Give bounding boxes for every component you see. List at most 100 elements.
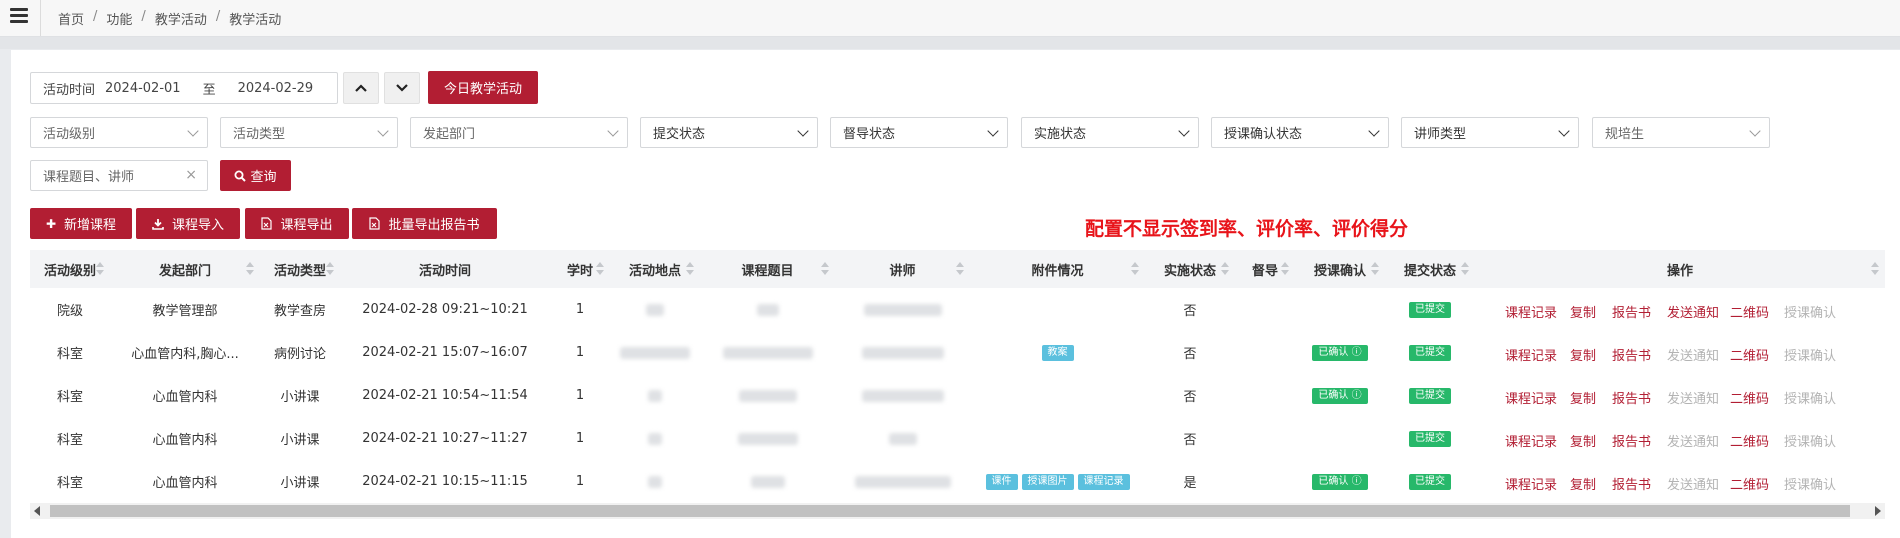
report-link[interactable]: 报告书 (1612, 474, 1651, 493)
breadcrumb-teaching[interactable]: 教学活动 (155, 9, 207, 28)
sort-icon[interactable] (1871, 262, 1879, 276)
qrcode-link[interactable]: 二维码 (1730, 388, 1769, 407)
attachment-tag[interactable]: 授课图片 (1021, 473, 1074, 490)
header-lecturer[interactable]: 讲师 (835, 250, 970, 288)
cell-activity-time: 2024-02-28 09:21~10:21 (362, 302, 528, 317)
activity-level-select[interactable]: 活动级别 (30, 117, 208, 148)
sort-icon[interactable] (596, 262, 604, 276)
expand-filters-button[interactable] (343, 72, 379, 104)
attachment-tag[interactable]: 课件 (985, 473, 1018, 490)
header-course-title[interactable]: 课程题目 (700, 250, 835, 288)
lecturer-type-select[interactable]: 讲师类型 (1401, 117, 1579, 148)
horizontal-scrollbar[interactable] (30, 503, 1885, 519)
lecture-confirm-status-select[interactable]: 授课确认状态 (1211, 117, 1389, 148)
sort-icon[interactable] (686, 262, 694, 276)
course-record-link[interactable]: 课程记录 (1505, 345, 1557, 364)
today-activities-button[interactable]: 今日教学活动 (428, 71, 538, 104)
sort-icon[interactable] (96, 262, 104, 276)
header-activity-type[interactable]: 活动类型 (260, 250, 340, 288)
clear-icon[interactable]: × (185, 167, 197, 183)
course-record-link[interactable]: 课程记录 (1505, 302, 1557, 321)
cell-lecturer-redacted (835, 288, 970, 331)
submit-status-select[interactable]: 提交状态 (640, 117, 818, 148)
hamburger-menu-icon[interactable] (10, 8, 28, 23)
header-location[interactable]: 活动地点 (610, 250, 700, 288)
date-range-picker[interactable]: 活动时间 2024-02-01 至 2024-02-29 (30, 72, 338, 104)
collapse-filters-button[interactable] (384, 72, 420, 104)
copy-link[interactable]: 复制 (1570, 302, 1596, 321)
breadcrumb-home[interactable]: 首页 (58, 9, 84, 28)
lecture-confirm-link[interactable]: 授课确认 (1784, 302, 1836, 321)
add-course-button[interactable]: ✚ 新增课程 (30, 208, 132, 239)
activity-type-select[interactable]: 活动类型 (220, 117, 398, 148)
lecture-confirm-link[interactable]: 授课确认 (1784, 388, 1836, 407)
lecture-confirm-link[interactable]: 授课确认 (1784, 474, 1836, 493)
header-supervision[interactable]: 督导 (1235, 250, 1295, 288)
header-department[interactable]: 发起部门 (110, 250, 260, 288)
sort-icon[interactable] (326, 262, 334, 276)
sort-icon[interactable] (1461, 262, 1469, 276)
attachment-tag[interactable]: 教案 (1041, 344, 1074, 361)
cell-lecture-confirm (1295, 288, 1385, 331)
copy-link[interactable]: 复制 (1570, 431, 1596, 450)
header-attachments[interactable]: 附件情况 (970, 250, 1145, 288)
cell-supervision (1235, 374, 1295, 417)
sort-icon[interactable] (1371, 262, 1379, 276)
course-record-link[interactable]: 课程记录 (1505, 474, 1557, 493)
qrcode-link[interactable]: 二维码 (1730, 431, 1769, 450)
send-notice-link[interactable]: 发送通知 (1667, 388, 1719, 407)
header-label: 活动级别 (43, 263, 96, 279)
cell-course-title-redacted (700, 331, 835, 374)
send-notice-link[interactable]: 发送通知 (1667, 345, 1719, 364)
qrcode-link[interactable]: 二维码 (1730, 474, 1769, 493)
header-submit-status[interactable]: 提交状态 (1385, 250, 1475, 288)
batch-export-report-button[interactable]: 批量导出报告书 (352, 208, 497, 239)
sort-icon[interactable] (1221, 262, 1229, 276)
department-select[interactable]: 发起部门 (410, 117, 628, 148)
course-record-link[interactable]: 课程记录 (1505, 388, 1557, 407)
header-activity-level[interactable]: 活动级别 (30, 250, 110, 288)
sort-icon[interactable] (821, 262, 829, 276)
header-lecture-confirm[interactable]: 授课确认 (1295, 250, 1385, 288)
send-notice-link[interactable]: 发送通知 (1667, 474, 1719, 493)
attachment-tag[interactable]: 课程记录 (1077, 473, 1130, 490)
sort-icon[interactable] (1281, 262, 1289, 276)
report-link[interactable]: 报告书 (1612, 302, 1651, 321)
sort-icon[interactable] (956, 262, 964, 276)
date-from-value[interactable]: 2024-02-01 (105, 81, 181, 96)
search-button[interactable]: 查询 (220, 160, 291, 191)
lecture-confirm-link[interactable]: 授课确认 (1784, 345, 1836, 364)
report-link[interactable]: 报告书 (1612, 431, 1651, 450)
supervision-status-select[interactable]: 督导状态 (830, 117, 1008, 148)
implementation-status-select[interactable]: 实施状态 (1021, 117, 1199, 148)
header-hours[interactable]: 学时 (550, 250, 610, 288)
scroll-right-arrow-icon[interactable] (1875, 506, 1881, 516)
copy-link[interactable]: 复制 (1570, 345, 1596, 364)
qrcode-link[interactable]: 二维码 (1730, 302, 1769, 321)
report-link[interactable]: 报告书 (1612, 388, 1651, 407)
scrollbar-thumb[interactable] (50, 505, 1850, 517)
header-implementation[interactable]: 实施状态 (1145, 250, 1235, 288)
copy-link[interactable]: 复制 (1570, 474, 1596, 493)
keyword-input[interactable]: 课程题目、讲师 × (30, 160, 208, 191)
course-record-link[interactable]: 课程记录 (1505, 431, 1557, 450)
submitted-badge: 已提交 (1409, 344, 1451, 361)
cell-submit-status: 已提交 (1385, 331, 1475, 374)
cell-location-redacted (610, 460, 700, 503)
send-notice-link[interactable]: 发送通知 (1667, 302, 1719, 321)
trainee-select[interactable]: 规培生 (1592, 117, 1770, 148)
date-to-value[interactable]: 2024-02-29 (238, 81, 314, 96)
lecture-confirm-link[interactable]: 授课确认 (1784, 431, 1836, 450)
copy-link[interactable]: 复制 (1570, 388, 1596, 407)
header-activity-time[interactable]: 活动时间 (340, 250, 550, 288)
qrcode-link[interactable]: 二维码 (1730, 345, 1769, 364)
report-link[interactable]: 报告书 (1612, 345, 1651, 364)
sort-icon[interactable] (246, 262, 254, 276)
send-notice-link[interactable]: 发送通知 (1667, 431, 1719, 450)
breadcrumb-function[interactable]: 功能 (106, 9, 132, 28)
export-course-button[interactable]: 课程导出 (245, 208, 349, 239)
import-course-button[interactable]: 课程导入 (136, 208, 240, 239)
confirmed-badge: 已确认 ⓘ (1312, 387, 1368, 404)
scroll-left-arrow-icon[interactable] (34, 506, 40, 516)
sort-icon[interactable] (1131, 262, 1139, 276)
